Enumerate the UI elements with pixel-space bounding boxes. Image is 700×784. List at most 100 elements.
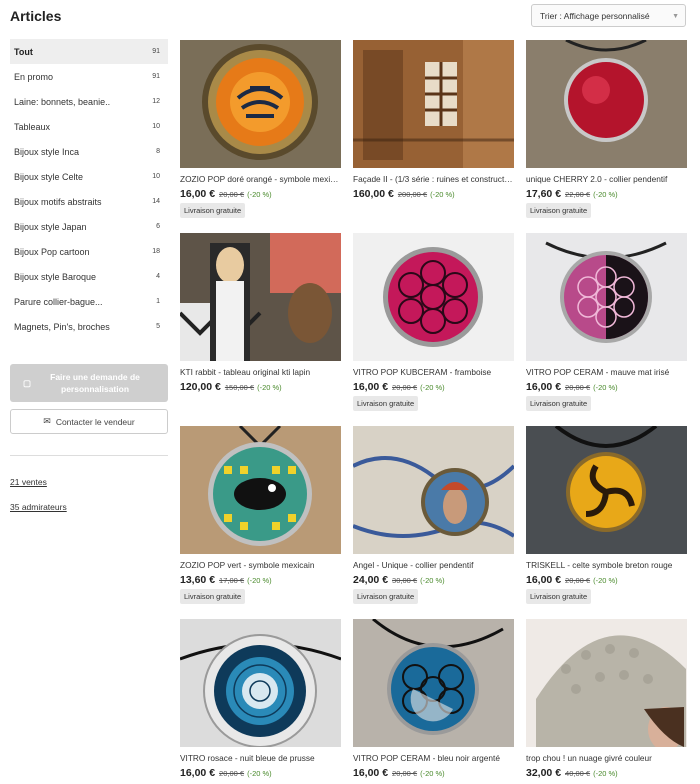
category-count: 91	[152, 73, 160, 80]
sort-dropdown[interactable]: Trier : Affichage personnalisé ▼	[531, 4, 686, 27]
product-price: 16,00 €20,00 € (-20 %)	[526, 381, 687, 393]
category-item[interactable]: Laine: bonnets, beanie.. 12	[10, 89, 168, 114]
category-item[interactable]: Bijoux Pop cartoon 18	[10, 239, 168, 264]
category-item[interactable]: Parure collier-bague... 1	[10, 289, 168, 314]
product-card[interactable]: VITRO POP KUBCERAM - framboise 16,00 €20…	[353, 233, 514, 411]
category-item[interactable]: Bijoux motifs abstraits 14	[10, 189, 168, 214]
old-price: 20,00 €	[219, 769, 245, 778]
discount: (-20 %)	[593, 576, 618, 585]
product-image[interactable]	[180, 619, 341, 747]
current-price: 120,00 €	[180, 381, 221, 393]
product-title[interactable]: VITRO POP CERAM - mauve mat irisé	[526, 367, 687, 377]
product-price: 16,00 €20,00 € (-20 %)	[180, 188, 341, 200]
old-price: 20,00 €	[565, 576, 591, 585]
product-title[interactable]: TRISKELL - celte symbole breton rouge	[526, 560, 687, 570]
category-item[interactable]: Tableaux 10	[10, 114, 168, 139]
category-item[interactable]: Magnets, Pin's, broches 5	[10, 314, 168, 339]
product-title[interactable]: VITRO POP CERAM - bleu noir argenté	[353, 753, 514, 763]
category-item[interactable]: Bijoux style Inca 8	[10, 139, 168, 164]
old-price: 20,00 €	[392, 769, 418, 778]
product-card[interactable]: Façade II - (1/3 série : ruines et const…	[353, 40, 514, 200]
category-item[interactable]: Tout 91	[10, 39, 168, 64]
product-image[interactable]	[353, 619, 514, 747]
category-label: Bijoux style Japan	[14, 221, 87, 232]
product-image[interactable]	[526, 426, 687, 554]
old-price: 20,00 €	[565, 383, 591, 392]
contact-seller-button[interactable]: ✉ Contacter le vendeur	[10, 409, 168, 434]
product-card[interactable]: KTI rabbit - tableau original kti lapin …	[180, 233, 341, 393]
category-count: 12	[152, 98, 160, 105]
sidebar-divider	[10, 455, 168, 456]
product-image[interactable]	[526, 40, 687, 168]
category-label: Tout	[14, 46, 33, 57]
product-title[interactable]: ZOZIO POP vert - symbole mexicain	[180, 560, 341, 570]
category-count: 5	[156, 323, 160, 330]
current-price: 16,00 €	[180, 767, 216, 779]
request-customization-label: Faire une demande de personnalisation	[50, 372, 140, 394]
free-shipping-badge: Livraison gratuite	[526, 396, 592, 411]
product-card[interactable]: VITRO rosace - nuit bleue de prusse 16,0…	[180, 619, 341, 779]
discount: (-20 %)	[593, 190, 618, 199]
product-price: 16,00 €20,00 € (-20 %)	[353, 381, 514, 393]
free-shipping-badge: Livraison gratuite	[526, 589, 592, 604]
free-shipping-badge: Livraison gratuite	[180, 589, 246, 604]
sales-link[interactable]: 21 ventes	[10, 477, 47, 487]
product-title[interactable]: ZOZIO POP doré orangé - symbole mexicain	[180, 174, 341, 184]
category-label: En promo	[14, 71, 54, 82]
product-image[interactable]	[180, 426, 341, 554]
product-title[interactable]: VITRO POP KUBCERAM - framboise	[353, 367, 514, 377]
product-title[interactable]: trop chou ! un nuage givré couleur	[526, 753, 687, 763]
product-image[interactable]	[526, 233, 687, 361]
category-item[interactable]: Bijoux style Japan 6	[10, 214, 168, 239]
product-title[interactable]: VITRO rosace - nuit bleue de prusse	[180, 753, 341, 763]
request-customization-button[interactable]: ▢ Faire une demande de personnalisation	[10, 364, 168, 402]
product-image[interactable]	[353, 40, 514, 168]
category-count: 91	[152, 48, 160, 55]
product-title[interactable]: Façade II - (1/3 série : ruines et const…	[353, 174, 514, 184]
free-shipping-badge: Livraison gratuite	[353, 589, 419, 604]
discount: (-20 %)	[420, 383, 445, 392]
product-image[interactable]	[180, 233, 341, 361]
product-card[interactable]: trop chou ! un nuage givré couleur 32,00…	[526, 619, 687, 779]
product-card[interactable]: TRISKELL - celte symbole breton rouge 16…	[526, 426, 687, 604]
product-image[interactable]	[353, 233, 514, 361]
free-shipping-badge: Livraison gratuite	[180, 203, 246, 218]
discount: (-20 %)	[247, 190, 272, 199]
category-label: Tableaux	[14, 121, 51, 132]
category-item[interactable]: Bijoux style Celte 10	[10, 164, 168, 189]
product-title[interactable]: unique CHERRY 2.0 - collier pendentif	[526, 174, 687, 184]
old-price: 40,00 €	[565, 769, 591, 778]
product-price: 24,00 €30,00 € (-20 %)	[353, 574, 514, 586]
product-price: 16,00 €20,00 € (-20 %)	[526, 574, 687, 586]
product-title[interactable]: KTI rabbit - tableau original kti lapin	[180, 367, 341, 377]
product-image[interactable]	[180, 40, 341, 168]
current-price: 16,00 €	[180, 188, 216, 200]
category-label: Bijoux style Celte	[14, 171, 84, 182]
chevron-down-icon: ▼	[672, 13, 679, 20]
category-item[interactable]: Bijoux style Baroque 4	[10, 264, 168, 289]
product-image[interactable]	[526, 619, 687, 747]
product-price: 160,00 €200,00 € (-20 %)	[353, 188, 514, 200]
category-item[interactable]: En promo 91	[10, 64, 168, 89]
product-title[interactable]: Angel - Unique - collier pendentif	[353, 560, 514, 570]
category-count: 14	[152, 198, 160, 205]
product-card[interactable]: VITRO POP CERAM - bleu noir argenté 16,0…	[353, 619, 514, 779]
category-label: Parure collier-bague...	[14, 296, 103, 307]
product-image[interactable]	[353, 426, 514, 554]
product-card[interactable]: ZOZIO POP doré orangé - symbole mexicain…	[180, 40, 341, 218]
old-price: 20,00 €	[392, 383, 418, 392]
discount: (-20 %)	[420, 576, 445, 585]
product-card[interactable]: ZOZIO POP vert - symbole mexicain 13,60 …	[180, 426, 341, 604]
current-price: 16,00 €	[526, 574, 562, 586]
old-price: 17,00 €	[219, 576, 245, 585]
product-card[interactable]: Angel - Unique - collier pendentif 24,00…	[353, 426, 514, 604]
old-price: 22,00 €	[565, 190, 591, 199]
product-card[interactable]: VITRO POP CERAM - mauve mat irisé 16,00 …	[526, 233, 687, 411]
product-card[interactable]: unique CHERRY 2.0 - collier pendentif 17…	[526, 40, 687, 218]
discount: (-20 %)	[430, 190, 455, 199]
clipboard-icon: ▢	[22, 378, 32, 388]
admirers-link[interactable]: 35 admirateurs	[10, 502, 67, 512]
discount: (-20 %)	[593, 769, 618, 778]
current-price: 160,00 €	[353, 188, 394, 200]
category-label: Bijoux style Inca	[14, 146, 80, 157]
